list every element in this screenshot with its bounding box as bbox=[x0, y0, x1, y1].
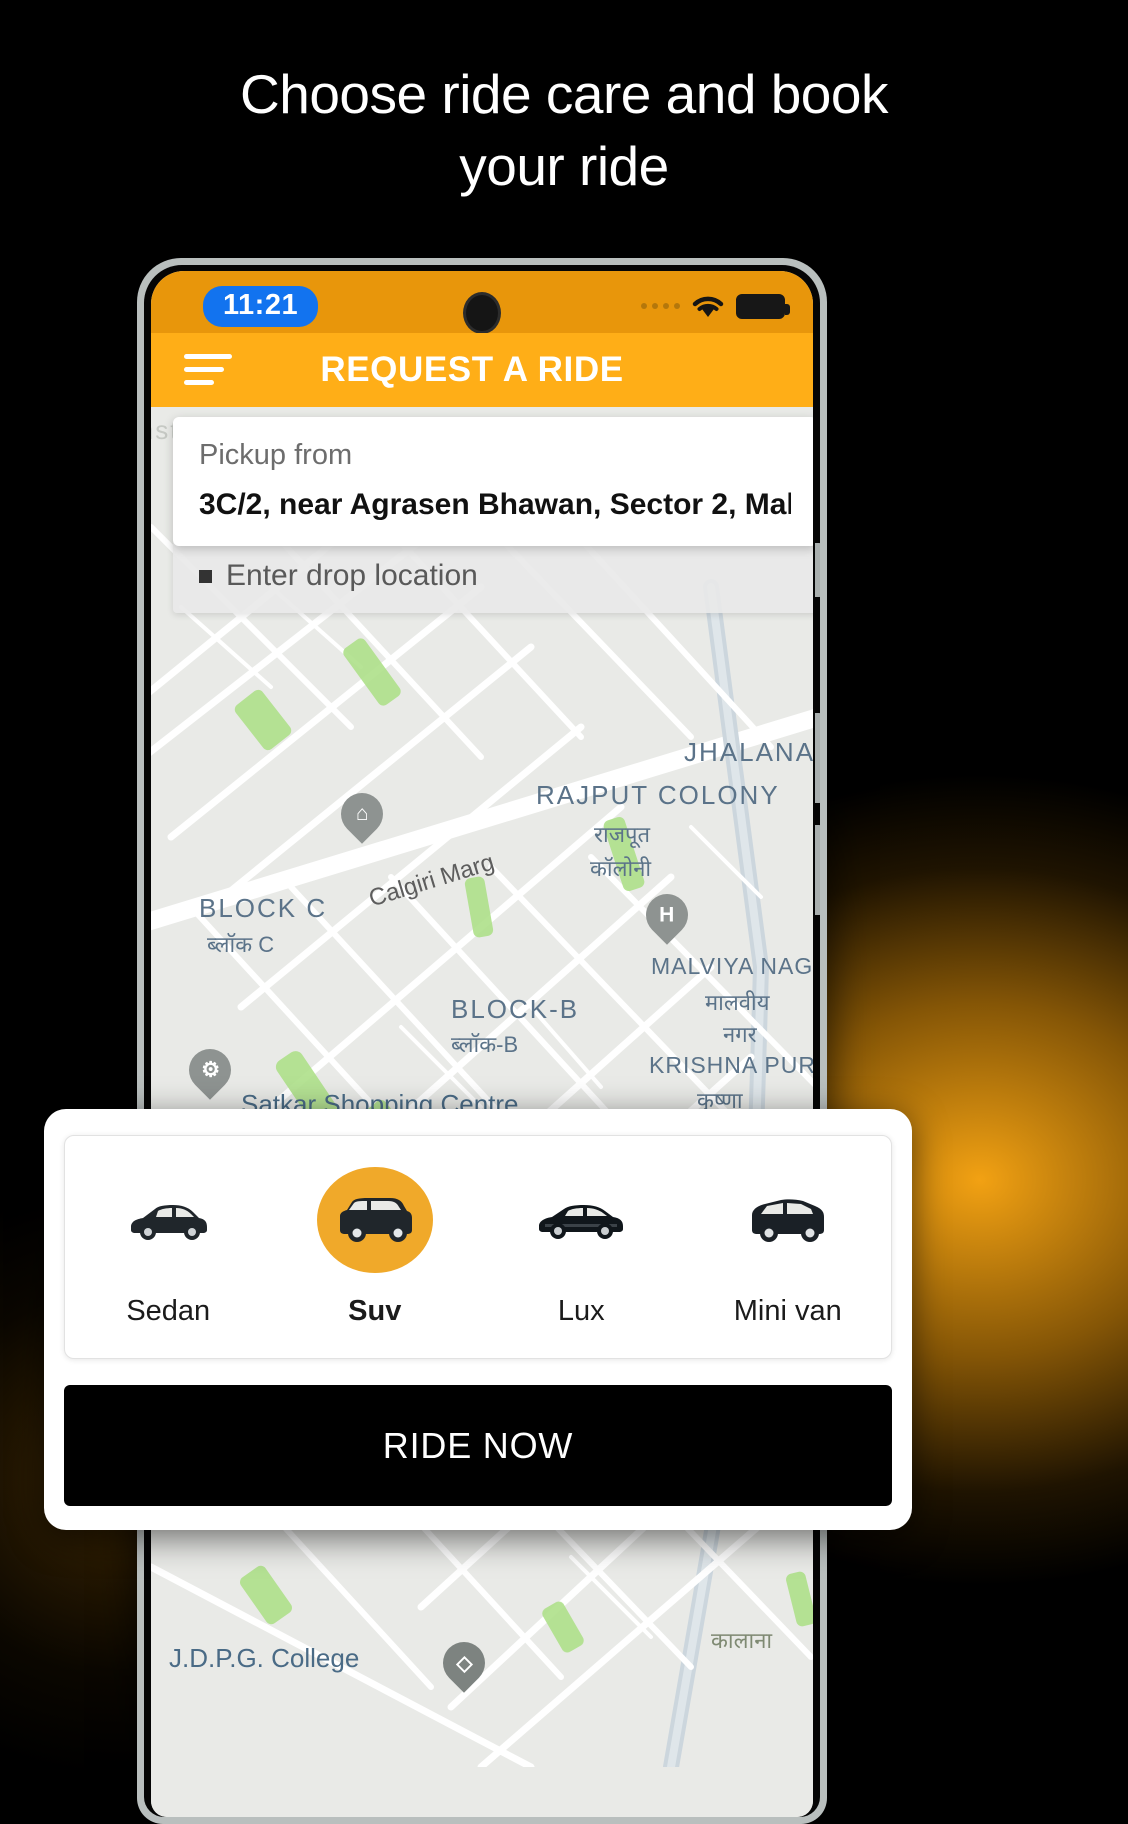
signal-dots-icon bbox=[641, 303, 680, 309]
place-pin-icon[interactable]: ◇ bbox=[434, 1633, 494, 1696]
vehicle-label: Lux bbox=[557, 1294, 605, 1327]
headline-line-1: Choose ride care and book bbox=[240, 63, 888, 125]
phone-mockup: 11:21 REQUEST A RIDE JHALANA RAJPUT COLO… bbox=[137, 258, 827, 1824]
drop-marker-icon bbox=[199, 569, 212, 583]
phone-side-button-volume bbox=[815, 713, 820, 803]
minivan-car-icon bbox=[730, 1167, 846, 1273]
school-pin-icon[interactable]: ⌂ bbox=[332, 784, 392, 847]
front-camera-punchhole bbox=[463, 292, 501, 334]
wifi-icon bbox=[691, 293, 725, 319]
vehicle-label: Suv bbox=[348, 1294, 402, 1327]
vehicle-option-lux[interactable]: Lux bbox=[478, 1136, 685, 1358]
sedan-car-icon bbox=[110, 1167, 226, 1273]
hamburger-menu-icon[interactable] bbox=[184, 354, 232, 386]
pickup-card[interactable]: Pickup from 3C/2, near Agrasen Bhawan, S… bbox=[173, 417, 813, 546]
page-title: REQUEST A RIDE bbox=[320, 350, 624, 389]
drop-location-input[interactable]: Enter drop location bbox=[173, 539, 813, 613]
vehicle-options-card: Sedan Suv Lux Mini van bbox=[64, 1135, 892, 1359]
pickup-value[interactable]: 3C/2, near Agrasen Bhawan, Sector 2, Mal… bbox=[199, 488, 791, 522]
bank-pin-icon[interactable]: ⚙ bbox=[180, 1040, 240, 1103]
vehicle-option-sedan[interactable]: Sedan bbox=[65, 1136, 272, 1358]
headline-line-2: your ride bbox=[459, 135, 669, 197]
pickup-label: Pickup from bbox=[199, 439, 353, 471]
vehicle-label: Mini van bbox=[733, 1294, 842, 1327]
ride-now-button[interactable]: RIDE NOW bbox=[64, 1385, 892, 1506]
phone-side-button-mute bbox=[815, 543, 820, 597]
promo-headline: Choose ride care and book your ride bbox=[0, 58, 1128, 202]
drop-location-placeholder: Enter drop location bbox=[226, 559, 478, 592]
hospital-pin-icon[interactable]: H bbox=[637, 885, 697, 948]
status-clock: 11:21 bbox=[203, 286, 319, 327]
phone-side-button-power bbox=[815, 825, 820, 915]
promo-screenshot: Choose ride care and book your ride 11:2… bbox=[0, 0, 1128, 1824]
phone-bezel: 11:21 REQUEST A RIDE JHALANA RAJPUT COLO… bbox=[144, 265, 820, 1817]
status-icons bbox=[641, 293, 790, 319]
status-bar: 11:21 bbox=[151, 271, 813, 334]
vehicle-option-minivan[interactable]: Mini van bbox=[685, 1136, 892, 1358]
vehicle-label: Sedan bbox=[126, 1294, 211, 1327]
vehicle-option-suv[interactable]: Suv bbox=[272, 1136, 479, 1358]
phone-screen: 11:21 REQUEST A RIDE JHALANA RAJPUT COLO… bbox=[151, 271, 813, 1817]
app-bar: REQUEST A RIDE bbox=[151, 333, 813, 407]
suv-car-icon bbox=[316, 1166, 433, 1273]
lux-car-icon bbox=[523, 1167, 639, 1273]
battery-full-icon bbox=[736, 293, 790, 319]
